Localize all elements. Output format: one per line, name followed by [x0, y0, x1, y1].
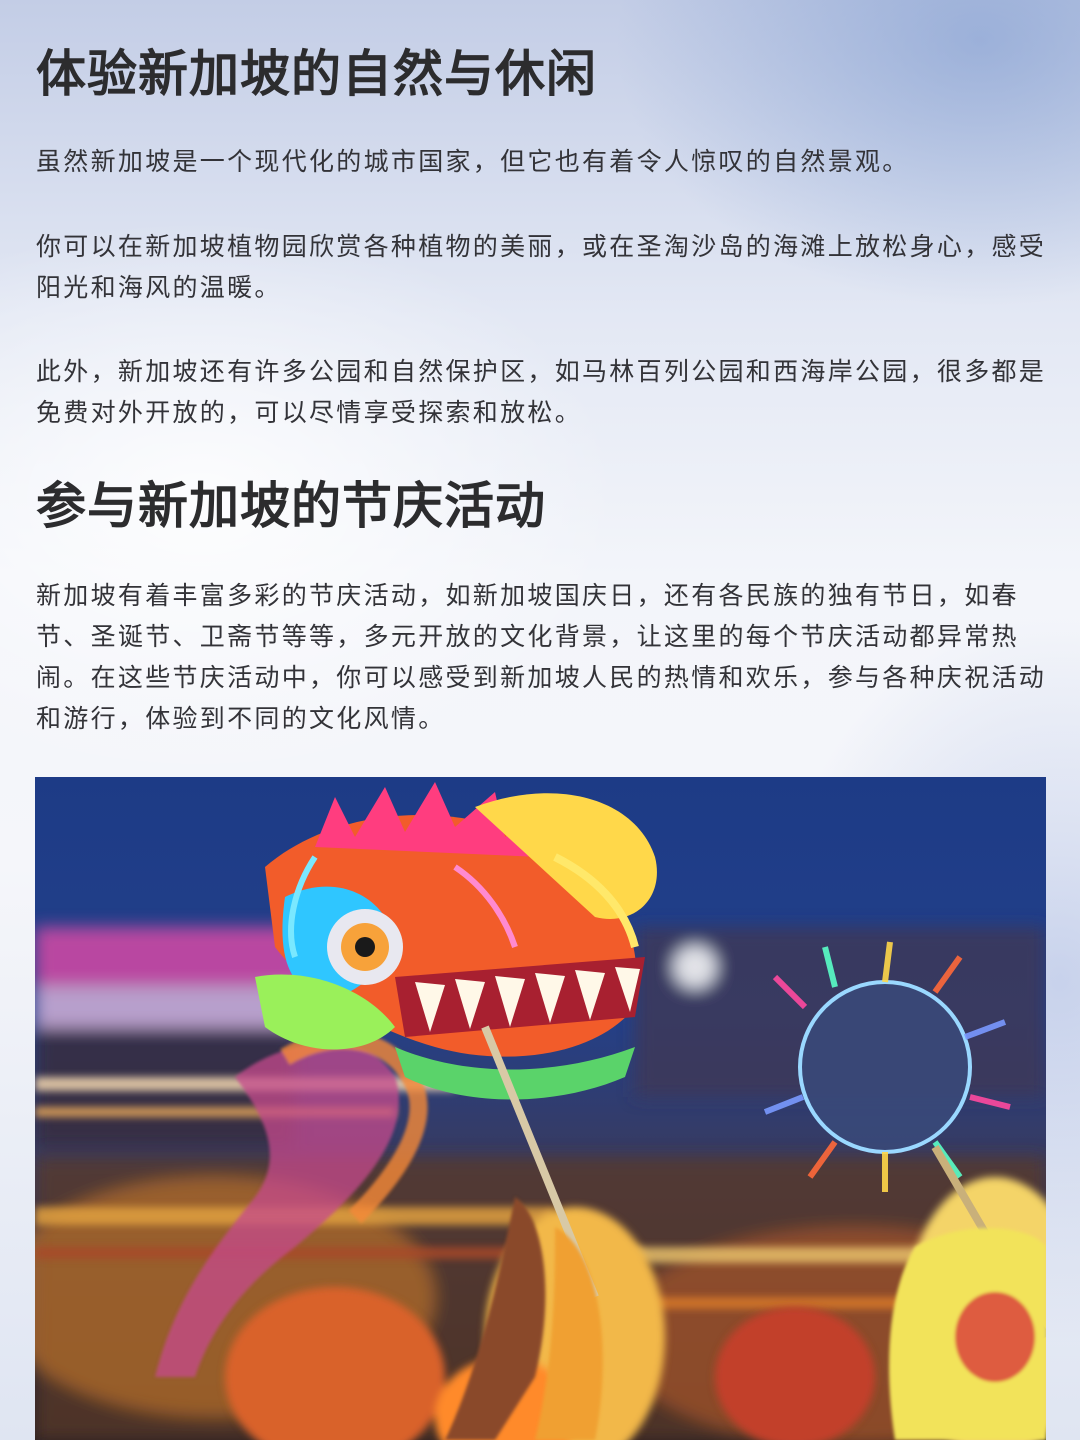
dragon-dance-photo	[35, 777, 1046, 1440]
paragraph-botanic-sentosa: 你可以在新加坡植物园欣赏各种植物的美丽，或在圣淘沙岛的海滩上放松身心，感受阳光和…	[36, 232, 1047, 302]
paragraph-festivals: 新加坡有着丰富多彩的节庆活动，如新加坡国庆日，还有各民族的独有节日，如春节、圣诞…	[36, 581, 1047, 733]
paragraph-parks: 此外，新加坡还有许多公园和自然保护区，如马林百列公园和西海岸公园，很多都是免费对…	[36, 357, 1047, 427]
section-title-nature: 体验新加坡的自然与休闲	[36, 44, 597, 103]
paragraph-nature-intro: 虽然新加坡是一个现代化的城市国家，但它也有着令人惊叹的自然景观。	[36, 147, 910, 176]
section-title-festivals: 参与新加坡的节庆活动	[36, 476, 546, 535]
